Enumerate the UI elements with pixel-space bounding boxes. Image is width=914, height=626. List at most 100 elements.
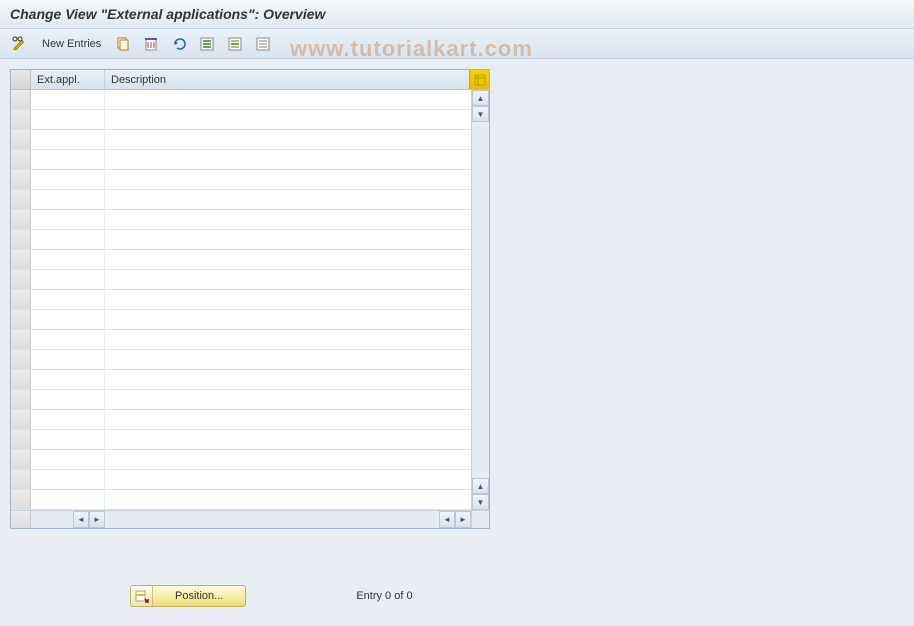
vertical-scrollbar[interactable]: ▲ ▼ ▲ ▼ (471, 90, 489, 510)
cell-description[interactable] (105, 310, 471, 329)
row-selector[interactable] (11, 490, 31, 509)
row-selector[interactable] (11, 130, 31, 149)
undo-button[interactable] (167, 34, 191, 54)
cell-ext-appl[interactable] (31, 190, 105, 209)
content-area: Ext.appl. Description ▲ ▼ ▲ ▼ (0, 59, 914, 625)
cell-description[interactable] (105, 490, 471, 509)
toggle-edit-button[interactable] (8, 34, 32, 54)
row-selector[interactable] (11, 350, 31, 369)
cell-description[interactable] (105, 150, 471, 169)
row-selector[interactable] (11, 390, 31, 409)
cell-ext-appl[interactable] (31, 390, 105, 409)
table-row (11, 170, 471, 190)
cell-description[interactable] (105, 350, 471, 369)
row-selector[interactable] (11, 250, 31, 269)
cell-description[interactable] (105, 330, 471, 349)
cell-description[interactable] (105, 170, 471, 189)
delete-button[interactable] (139, 34, 163, 54)
scroll-left-button[interactable]: ◄ (73, 511, 89, 528)
row-selector[interactable] (11, 90, 31, 109)
scroll-up-button[interactable]: ▲ (472, 90, 489, 106)
position-icon (135, 589, 149, 603)
cell-description[interactable] (105, 250, 471, 269)
row-selector[interactable] (11, 410, 31, 429)
cell-description[interactable] (105, 430, 471, 449)
cell-ext-appl[interactable] (31, 370, 105, 389)
scroll-up-bottom-button[interactable]: ▲ (472, 478, 489, 494)
cell-ext-appl[interactable] (31, 270, 105, 289)
cell-description[interactable] (105, 470, 471, 489)
cell-description[interactable] (105, 230, 471, 249)
column-header-description[interactable]: Description (105, 70, 469, 89)
scroll-right-end-button[interactable]: ► (455, 511, 471, 528)
table-row (11, 490, 471, 510)
table-row (11, 250, 471, 270)
scroll-left-end-button[interactable]: ◄ (439, 511, 455, 528)
undo-icon (171, 36, 187, 52)
cell-description[interactable] (105, 290, 471, 309)
data-table: Ext.appl. Description ▲ ▼ ▲ ▼ (10, 69, 490, 529)
cell-ext-appl[interactable] (31, 170, 105, 189)
select-all-button[interactable] (195, 34, 219, 54)
cell-ext-appl[interactable] (31, 310, 105, 329)
toolbar: New Entries (0, 29, 914, 59)
table-row (11, 90, 471, 110)
row-selector[interactable] (11, 190, 31, 209)
cell-ext-appl[interactable] (31, 90, 105, 109)
row-selector[interactable] (11, 430, 31, 449)
cell-ext-appl[interactable] (31, 430, 105, 449)
cell-description[interactable] (105, 410, 471, 429)
select-block-icon (227, 36, 243, 52)
cell-description[interactable] (105, 190, 471, 209)
select-all-icon (199, 36, 215, 52)
cell-description[interactable] (105, 450, 471, 469)
table-row (11, 230, 471, 250)
cell-ext-appl[interactable] (31, 330, 105, 349)
select-block-button[interactable] (223, 34, 247, 54)
row-selector[interactable] (11, 330, 31, 349)
cell-ext-appl[interactable] (31, 150, 105, 169)
row-selector[interactable] (11, 470, 31, 489)
cell-description[interactable] (105, 270, 471, 289)
table-config-button[interactable] (469, 70, 489, 89)
scroll-right-button[interactable]: ► (89, 511, 105, 528)
cell-ext-appl[interactable] (31, 350, 105, 369)
cell-description[interactable] (105, 210, 471, 229)
horizontal-scrollbar[interactable] (105, 511, 439, 528)
row-selector[interactable] (11, 270, 31, 289)
cell-ext-appl[interactable] (31, 490, 105, 509)
cell-description[interactable] (105, 90, 471, 109)
cell-ext-appl[interactable] (31, 470, 105, 489)
row-selector[interactable] (11, 150, 31, 169)
table-row (11, 130, 471, 150)
row-selector[interactable] (11, 210, 31, 229)
scroll-down-bottom-button[interactable]: ▼ (472, 494, 489, 510)
column-header-ext-appl[interactable]: Ext.appl. (31, 70, 105, 89)
cell-ext-appl[interactable] (31, 290, 105, 309)
deselect-all-button[interactable] (251, 34, 275, 54)
cell-description[interactable] (105, 130, 471, 149)
scroll-down-button[interactable]: ▼ (472, 106, 489, 122)
cell-ext-appl[interactable] (31, 250, 105, 269)
cell-ext-appl[interactable] (31, 210, 105, 229)
cell-ext-appl[interactable] (31, 110, 105, 129)
copy-button[interactable] (111, 34, 135, 54)
new-entries-button[interactable]: New Entries (36, 38, 107, 50)
cell-description[interactable] (105, 370, 471, 389)
row-selector[interactable] (11, 450, 31, 469)
row-selector[interactable] (11, 370, 31, 389)
cell-ext-appl[interactable] (31, 450, 105, 469)
table-row (11, 450, 471, 470)
cell-ext-appl[interactable] (31, 230, 105, 249)
cell-ext-appl[interactable] (31, 130, 105, 149)
row-selector[interactable] (11, 110, 31, 129)
position-button[interactable]: Position... (130, 585, 246, 607)
row-selector[interactable] (11, 290, 31, 309)
cell-description[interactable] (105, 110, 471, 129)
row-selector[interactable] (11, 170, 31, 189)
cell-ext-appl[interactable] (31, 410, 105, 429)
row-selector[interactable] (11, 310, 31, 329)
row-selector[interactable] (11, 230, 31, 249)
cell-description[interactable] (105, 390, 471, 409)
header-selector-cell[interactable] (11, 70, 31, 89)
